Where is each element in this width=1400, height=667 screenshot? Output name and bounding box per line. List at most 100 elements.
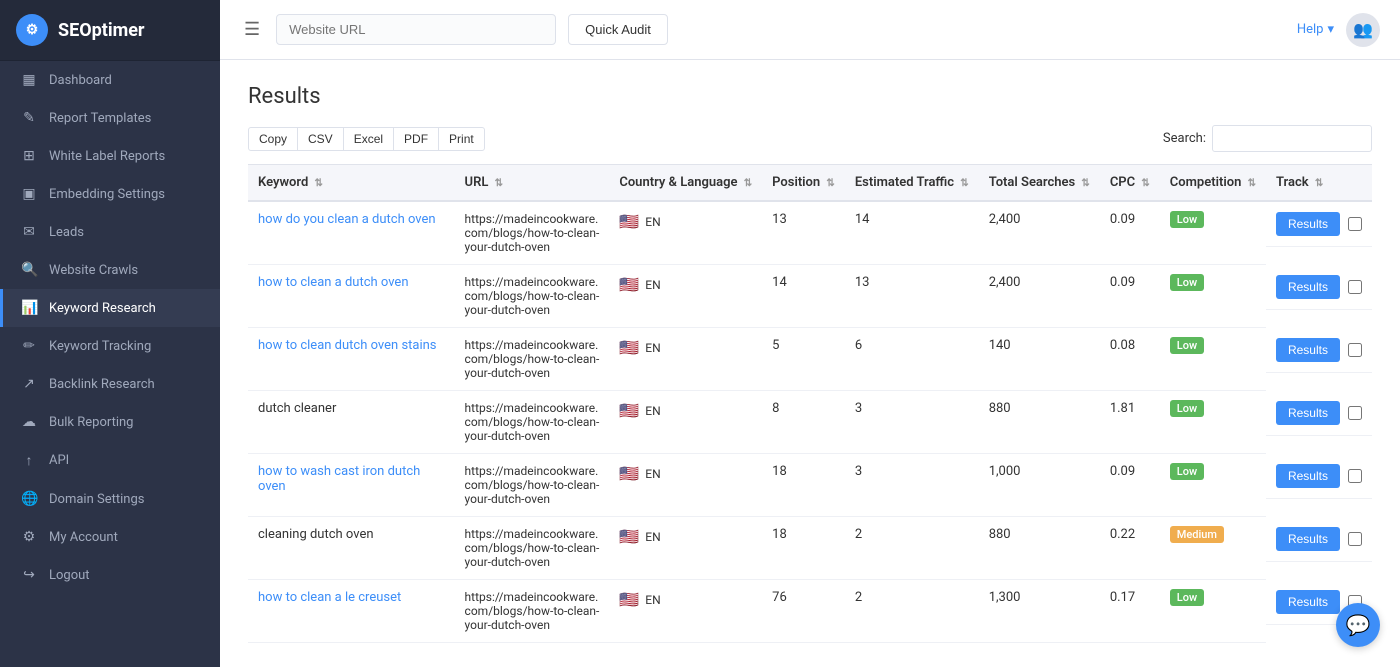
cpc-cell: 0.09 [1100,201,1160,265]
sidebar-item-website-crawls[interactable]: 🔍 Website Crawls [0,251,220,289]
track-checkbox[interactable] [1348,532,1362,546]
cpc-cell: 0.09 [1100,454,1160,517]
track-checkbox[interactable] [1348,217,1362,231]
user-avatar[interactable]: 👥 [1346,13,1380,47]
col-country---language[interactable]: Country & Language ⇅ [609,165,762,202]
results-button[interactable]: Results [1276,590,1340,614]
toolbar-btn-csv[interactable]: CSV [297,127,344,151]
logo-icon: ⚙ [16,14,48,46]
cpc-cell: 1.81 [1100,391,1160,454]
keyword-link[interactable]: how to wash cast iron dutch oven [258,464,420,494]
competition-cell: Low [1160,454,1266,517]
country-flag: 🇺🇸 [619,338,639,357]
country-language-cell: 🇺🇸EN [609,265,762,328]
sidebar-item-keyword-research[interactable]: 📊 Keyword Research [0,289,220,327]
results-button[interactable]: Results [1276,338,1340,362]
results-button[interactable]: Results [1276,464,1340,488]
sidebar: ⚙ SEOptimer ▦ Dashboard ✎ Report Templat… [0,0,220,667]
toolbar-btn-pdf[interactable]: PDF [393,127,439,151]
keyword-link[interactable]: how to clean dutch oven stains [258,338,437,353]
sidebar-label-embedding: Embedding Settings [49,187,165,202]
sort-icon: ⇅ [1248,178,1256,189]
sidebar-item-domain-settings[interactable]: 🌐 Domain Settings [0,480,220,518]
url-input[interactable] [276,14,556,45]
language-code: EN [645,593,660,607]
search-input[interactable] [1212,125,1372,152]
keyword-link[interactable]: how to clean a dutch oven [258,275,409,290]
competition-cell: Low [1160,328,1266,391]
sidebar-item-api[interactable]: ↑ API [0,441,220,480]
table-row: how to clean a le creuset https://madeinc… [248,580,1372,643]
sidebar-item-white-label[interactable]: ⊞ White Label Reports [0,137,220,175]
total-searches-cell: 1,300 [979,580,1100,643]
country-language-cell: 🇺🇸EN [609,454,762,517]
my-account-icon: ⚙ [21,529,37,545]
hamburger-icon[interactable]: ☰ [240,15,264,44]
results-button[interactable]: Results [1276,401,1340,425]
col-track[interactable]: Track ⇅ [1266,165,1372,202]
toolbar-btn-excel[interactable]: Excel [343,127,394,151]
track-checkbox[interactable] [1348,343,1362,357]
results-table: Keyword ⇅URL ⇅Country & Language ⇅Positi… [248,164,1372,643]
sort-icon: ⇅ [960,178,968,189]
sidebar-item-backlink-research[interactable]: ↗ Backlink Research [0,365,220,403]
country-flag: 🇺🇸 [619,590,639,609]
col-keyword[interactable]: Keyword ⇅ [248,165,455,202]
country-language-cell: 🇺🇸EN [609,201,762,265]
sidebar-item-my-account[interactable]: ⚙ My Account [0,518,220,556]
backlink-research-icon: ↗ [21,376,37,392]
col-competition[interactable]: Competition ⇅ [1160,165,1266,202]
keyword-link[interactable]: how to clean a le creuset [258,590,401,605]
url-cell: https://madeincookware.com/blogs/how-to-… [455,517,610,580]
country-flag: 🇺🇸 [619,401,639,420]
chat-button[interactable]: 💬 [1336,603,1380,647]
results-button[interactable]: Results [1276,527,1340,551]
results-button[interactable]: Results [1276,275,1340,299]
url-cell: https://madeincookware.com/blogs/how-to-… [455,201,610,265]
estimated-traffic-cell: 14 [845,201,979,265]
report-templates-icon: ✎ [21,110,37,126]
sidebar-item-dashboard[interactable]: ▦ Dashboard [0,61,220,99]
col-total-searches[interactable]: Total Searches ⇅ [979,165,1100,202]
sidebar-item-leads[interactable]: ✉ Leads [0,213,220,251]
sidebar-item-embedding[interactable]: ▣ Embedding Settings [0,175,220,213]
track-checkbox[interactable] [1348,469,1362,483]
toolbar-btn-print[interactable]: Print [438,127,485,151]
table-row: how to clean a dutch ovenhttps://madeinc… [248,265,1372,328]
col-estimated-traffic[interactable]: Estimated Traffic ⇅ [845,165,979,202]
url-cell: https://madeincookware.com/blogs/how-to-… [455,580,610,643]
sidebar-item-keyword-tracking[interactable]: ✏ Keyword Tracking [0,327,220,365]
col-cpc[interactable]: CPC ⇅ [1100,165,1160,202]
language-code: EN [645,278,660,292]
results-button[interactable]: Results [1276,212,1340,236]
brand-logo[interactable]: ⚙ SEOptimer [0,0,220,61]
language-code: EN [645,530,660,544]
col-url[interactable]: URL ⇅ [455,165,610,202]
toolbar-btn-copy[interactable]: Copy [248,127,298,151]
website-crawls-icon: 🔍 [21,262,37,278]
sidebar-item-logout[interactable]: ↪ Logout [0,556,220,594]
country-language-cell: 🇺🇸 EN [609,580,762,643]
position-cell: 8 [762,391,845,454]
sidebar-item-bulk-reporting[interactable]: ☁ Bulk Reporting [0,403,220,441]
sidebar-item-report-templates[interactable]: ✎ Report Templates [0,99,220,137]
sort-icon: ⇅ [315,178,323,189]
estimated-traffic-cell: 3 [845,391,979,454]
help-menu[interactable]: Help ▾ [1297,22,1334,37]
track-checkbox[interactable] [1348,280,1362,294]
keyword-cell: dutch cleaner [248,391,455,454]
sidebar-label-leads: Leads [49,225,84,240]
total-searches-cell: 140 [979,328,1100,391]
sort-icon: ⇅ [744,178,752,189]
keyword-link[interactable]: how do you clean a dutch oven [258,212,436,227]
track-cell: Results [1266,202,1372,247]
track-checkbox[interactable] [1348,406,1362,420]
col-position[interactable]: Position ⇅ [762,165,845,202]
position-cell: 76 [762,580,845,643]
quick-audit-button[interactable]: Quick Audit [568,14,668,45]
language-code: EN [645,341,660,355]
leads-icon: ✉ [21,224,37,240]
sidebar-label-keyword-tracking: Keyword Tracking [49,339,151,354]
position-cell: 18 [762,454,845,517]
table-toolbar: CopyCSVExcelPDFPrint Search: [248,125,1372,152]
